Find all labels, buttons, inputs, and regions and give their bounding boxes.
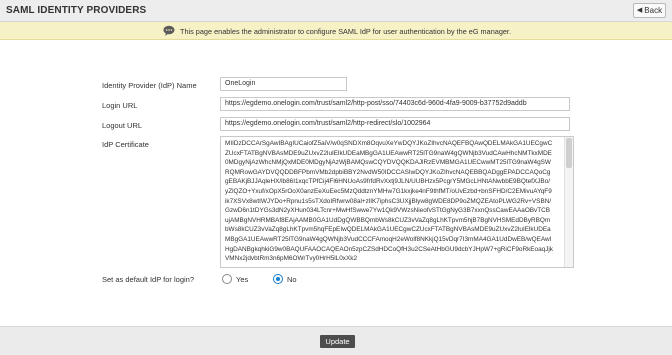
back-button-label: Back bbox=[644, 6, 663, 15]
certificate-scrollbar-thumb[interactable] bbox=[566, 138, 572, 168]
page-header: SAML IDENTITY PROVIDERS ◀ Back bbox=[0, 0, 672, 22]
back-arrow-icon: ◀ bbox=[636, 7, 643, 14]
default-idp-label: Set as default IdP for login? bbox=[102, 275, 195, 284]
certificate-scrollbar[interactable] bbox=[564, 137, 573, 267]
update-button[interactable]: Update bbox=[320, 335, 355, 348]
info-bar: This page enables the administrator to c… bbox=[0, 22, 672, 40]
default-idp-no-radio[interactable] bbox=[273, 274, 283, 284]
page-footer: Update bbox=[0, 326, 672, 355]
idp-certificate-label: IdP Certificate bbox=[102, 140, 149, 149]
idp-name-label: Identity Provider (IdP) Name bbox=[102, 81, 197, 90]
idp-certificate-textarea[interactable]: MIIDzDCCArSgAwIBAgIUCaiofZ5aiV/w0qSNDXm8… bbox=[220, 136, 574, 268]
default-idp-no-label: No bbox=[287, 275, 297, 284]
logout-url-label: Logout URL bbox=[102, 121, 143, 130]
logout-url-input[interactable]: https://egdemo.onelogin.com/trust/saml2/… bbox=[220, 117, 570, 131]
info-message: This page enables the administrator to c… bbox=[180, 27, 511, 36]
back-button[interactable]: ◀ Back bbox=[633, 3, 666, 18]
default-idp-yes-radio[interactable] bbox=[222, 274, 232, 284]
login-url-input[interactable]: https://egdemo.onelogin.com/trust/saml2/… bbox=[220, 97, 570, 111]
idp-name-input[interactable]: OneLogin bbox=[220, 77, 347, 91]
login-url-label: Login URL bbox=[102, 101, 138, 110]
speech-bubble-icon bbox=[163, 25, 175, 36]
default-idp-yes-label: Yes bbox=[236, 275, 249, 284]
page-title: SAML IDENTITY PROVIDERS bbox=[6, 5, 147, 16]
idp-certificate-value: MIIDzDCCArSgAwIBAgIUCaiofZ5aiV/w0qSNDXm8… bbox=[225, 140, 554, 263]
